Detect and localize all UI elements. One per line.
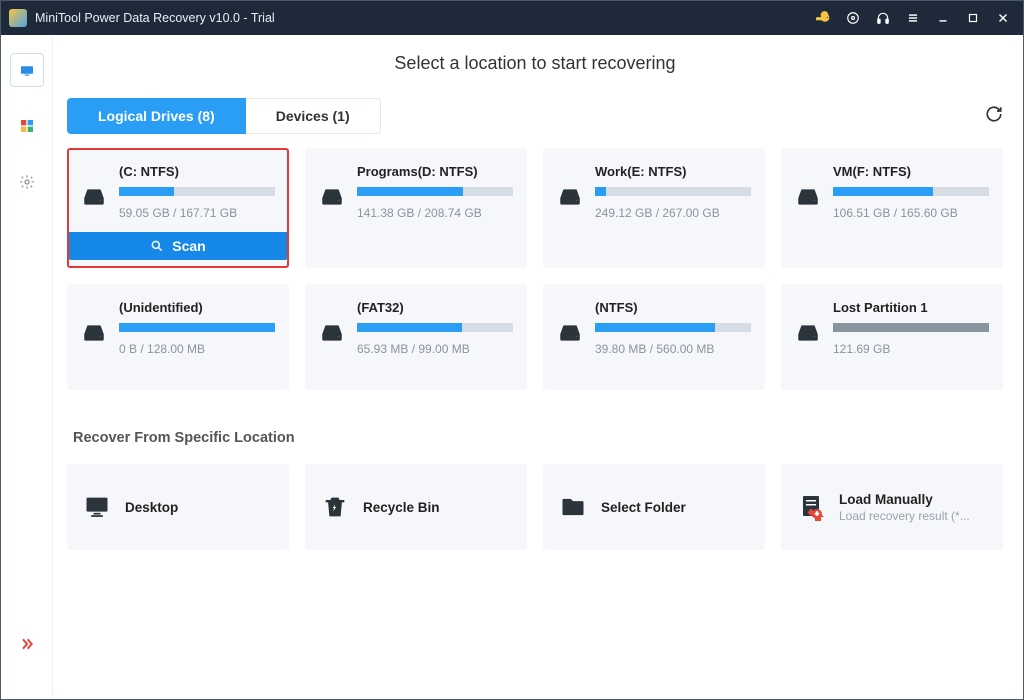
drive-card[interactable]: Lost Partition 1 121.69 GB — [781, 284, 1003, 390]
load-manually-icon — [797, 493, 825, 521]
drives-grid: (C: NTFS) 59.05 GB / 167.71 GB Scan Prog… — [67, 148, 1003, 390]
location-load-manually[interactable]: Load Manually Load recovery result (*... — [781, 464, 1003, 550]
tab-logical-drives[interactable]: Logical Drives (8) — [67, 98, 246, 134]
sidebar — [1, 35, 53, 699]
drive-size: 59.05 GB / 167.71 GB — [119, 206, 275, 220]
drive-icon — [319, 320, 345, 346]
tab-devices[interactable]: Devices (1) — [246, 98, 381, 134]
sidebar-expand-button[interactable] — [10, 627, 44, 661]
locations-grid: Desktop Recycle Bin Select Folder Load M… — [67, 464, 1003, 550]
location-label: Recycle Bin — [363, 500, 440, 515]
drive-label: (NTFS) — [595, 300, 751, 315]
close-icon[interactable] — [991, 6, 1015, 30]
drive-size: 65.93 MB / 99.00 MB — [357, 342, 513, 356]
drive-size: 141.38 GB / 208.74 GB — [357, 206, 513, 220]
usage-bar — [119, 323, 275, 332]
location-desktop[interactable]: Desktop — [67, 464, 289, 550]
drive-card[interactable]: (NTFS) 39.80 MB / 560.00 MB — [543, 284, 765, 390]
drive-icon — [557, 320, 583, 346]
drive-icon — [795, 184, 821, 210]
folder-icon — [559, 493, 587, 521]
location-recycle-bin[interactable]: Recycle Bin — [305, 464, 527, 550]
drive-card[interactable]: (FAT32) 65.93 MB / 99.00 MB — [305, 284, 527, 390]
drive-label: Lost Partition 1 — [833, 300, 989, 315]
location-label: Load Manually — [839, 492, 970, 507]
drive-label: Work(E: NTFS) — [595, 164, 751, 179]
drive-card[interactable]: Programs(D: NTFS) 141.38 GB / 208.74 GB — [305, 148, 527, 268]
drive-label: (Unidentified) — [119, 300, 275, 315]
drive-icon — [795, 320, 821, 346]
usage-bar — [595, 187, 751, 196]
drive-size: 39.80 MB / 560.00 MB — [595, 342, 751, 356]
tabs-row: Logical Drives (8) Devices (1) — [67, 98, 1003, 134]
location-label: Desktop — [125, 500, 178, 515]
drive-card[interactable]: (Unidentified) 0 B / 128.00 MB — [67, 284, 289, 390]
location-subtitle: Load recovery result (*... — [839, 509, 970, 523]
drive-size: 249.12 GB / 267.00 GB — [595, 206, 751, 220]
window-title: MiniTool Power Data Recovery v10.0 - Tri… — [35, 11, 811, 25]
drive-icon — [81, 184, 107, 210]
maximize-icon[interactable] — [961, 6, 985, 30]
scan-button[interactable]: Scan — [69, 232, 287, 260]
menu-icon[interactable] — [901, 6, 925, 30]
usage-bar — [833, 187, 989, 196]
usage-bar — [119, 187, 275, 196]
refresh-button[interactable] — [985, 105, 1003, 128]
scan-label: Scan — [172, 238, 205, 254]
drive-label: (FAT32) — [357, 300, 513, 315]
drive-icon — [557, 184, 583, 210]
minimize-icon[interactable] — [931, 6, 955, 30]
drive-card[interactable]: (C: NTFS) 59.05 GB / 167.71 GB Scan — [67, 148, 289, 268]
drive-label: VM(F: NTFS) — [833, 164, 989, 179]
sidebar-apps-button[interactable] — [10, 109, 44, 143]
section-title: Recover From Specific Location — [73, 430, 1003, 446]
usage-bar — [595, 323, 751, 332]
drive-icon — [319, 184, 345, 210]
titlebar: MiniTool Power Data Recovery v10.0 - Tri… — [1, 1, 1023, 35]
drive-size: 121.69 GB — [833, 342, 989, 356]
drive-size: 106.51 GB / 165.60 GB — [833, 206, 989, 220]
key-icon[interactable] — [811, 6, 835, 30]
location-select-folder[interactable]: Select Folder — [543, 464, 765, 550]
drive-card[interactable]: Work(E: NTFS) 249.12 GB / 267.00 GB — [543, 148, 765, 268]
app-logo-icon — [9, 9, 27, 27]
desktop-icon — [83, 493, 111, 521]
sidebar-recovery-button[interactable] — [10, 53, 44, 87]
drive-size: 0 B / 128.00 MB — [119, 342, 275, 356]
sidebar-settings-button[interactable] — [10, 165, 44, 199]
disc-icon[interactable] — [841, 6, 865, 30]
usage-bar — [357, 187, 513, 196]
headphones-icon[interactable] — [871, 6, 895, 30]
drive-label: (C: NTFS) — [119, 164, 275, 179]
recycle-bin-icon — [321, 493, 349, 521]
location-label: Select Folder — [601, 500, 686, 515]
usage-bar — [357, 323, 513, 332]
drive-card[interactable]: VM(F: NTFS) 106.51 GB / 165.60 GB — [781, 148, 1003, 268]
drive-icon — [81, 320, 107, 346]
drive-label: Programs(D: NTFS) — [357, 164, 513, 179]
usage-bar — [833, 323, 989, 332]
page-title: Select a location to start recovering — [67, 53, 1003, 74]
